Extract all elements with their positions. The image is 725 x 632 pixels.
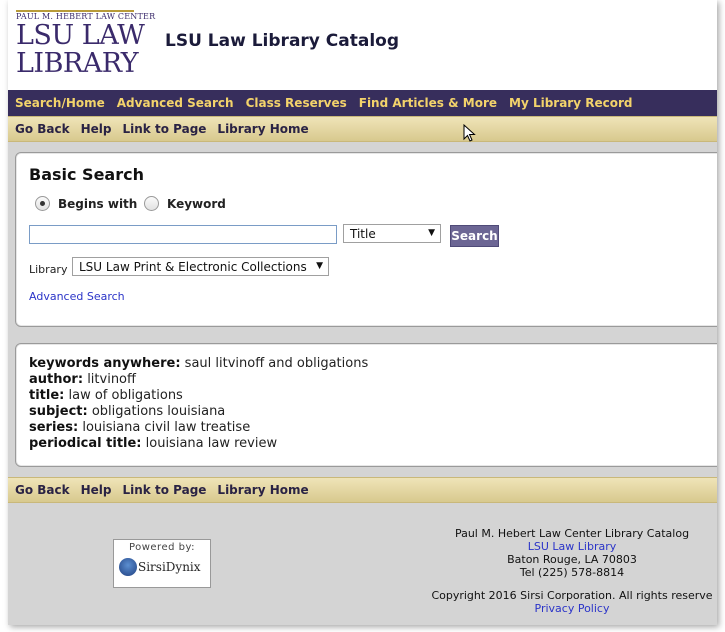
basic-search-panel: Basic Search Begins with Keyword Title ▼…: [15, 152, 717, 327]
begins-with-label: Begins with: [58, 196, 138, 211]
facet-value: law of obligations: [68, 388, 183, 403]
search-field-value: Title: [350, 226, 376, 241]
nav-class-reserves[interactable]: Class Reserves: [246, 96, 347, 110]
library-label: Library: [29, 263, 68, 276]
mouse-cursor-icon: [463, 124, 476, 142]
search-button[interactable]: Search: [450, 225, 499, 247]
facet-value: louisiana law review: [145, 436, 278, 451]
link-to-page-link[interactable]: Link to Page: [123, 483, 207, 497]
powered-by-label: Powered by:: [128, 542, 196, 553]
page-title: LSU Law Library Catalog: [165, 31, 400, 51]
facet-value: louisiana civil law treatise: [82, 420, 251, 435]
facet-author[interactable]: author: litvinoff: [29, 372, 709, 388]
search-field-select[interactable]: Title ▼: [343, 224, 441, 243]
facet-value: saul litvinoff and obligations: [184, 356, 369, 371]
library-select[interactable]: LSU Law Print & Electronic Collections ▼: [72, 257, 329, 276]
library-home-link[interactable]: Library Home: [217, 483, 308, 497]
library-home-link[interactable]: Library Home: [217, 122, 308, 136]
help-link[interactable]: Help: [81, 483, 112, 497]
link-to-page-link[interactable]: Link to Page: [123, 122, 207, 136]
facet-value: obligations louisiana: [91, 404, 226, 419]
radio-checked-icon: [35, 196, 50, 211]
sirsidynix-badge[interactable]: Powered by: SirsiDynix: [113, 539, 211, 588]
search-history-panel: keywords anywhere: saul litvinoff and ob…: [15, 343, 717, 467]
footer-library-link[interactable]: LSU Law Library: [528, 540, 616, 553]
site-header: PAUL M. HEBERT LAW CENTER LSU LAW LIBRAR…: [8, 0, 717, 90]
sirsidynix-name: SirsiDynix: [138, 560, 201, 574]
footer-info: Paul M. Hebert Law Center Library Catalo…: [427, 527, 717, 615]
facet-label: series:: [29, 420, 79, 435]
radio-unchecked-icon: [144, 196, 159, 211]
facet-series[interactable]: series: louisiana civil law treatise: [29, 420, 709, 436]
logo-line-lsu-law: LSU LAW: [16, 20, 145, 51]
nav-advanced-search[interactable]: Advanced Search: [117, 96, 234, 110]
browser-page: PAUL M. HEBERT LAW CENTER LSU LAW LIBRAR…: [8, 0, 717, 625]
lsu-law-library-logo[interactable]: PAUL M. HEBERT LAW CENTER LSU LAW LIBRAR…: [16, 10, 155, 79]
library-select-value: LSU Law Print & Electronic Collections: [79, 259, 307, 274]
facet-label: periodical title:: [29, 436, 142, 451]
advanced-search-link[interactable]: Advanced Search: [29, 290, 125, 303]
keyword-radio[interactable]: Keyword: [144, 196, 226, 211]
facet-label: author:: [29, 372, 84, 387]
dropdown-arrow-icon: ▼: [316, 261, 323, 271]
dropdown-arrow-icon: ▼: [428, 228, 435, 238]
nav-search-home[interactable]: Search/Home: [15, 96, 105, 110]
begins-with-radio[interactable]: Begins with: [35, 196, 137, 211]
nav-find-articles[interactable]: Find Articles & More: [359, 96, 497, 110]
privacy-policy-link[interactable]: Privacy Policy: [535, 602, 610, 615]
footer-copyright: Copyright 2016 Sirsi Corporation. All ri…: [431, 589, 713, 602]
keyword-label: Keyword: [167, 196, 226, 211]
main-nav: Search/Home Advanced Search Class Reserv…: [8, 90, 717, 116]
go-back-link[interactable]: Go Back: [15, 483, 70, 497]
nav-my-library-record[interactable]: My Library Record: [509, 96, 632, 110]
logo-line-library: LIBRARY: [16, 48, 139, 79]
facet-subject[interactable]: subject: obligations louisiana: [29, 404, 709, 420]
footer-catalog-name: Paul M. Hebert Law Center Library Catalo…: [454, 527, 690, 540]
subnav-bottom: Go Back Help Link to Page Library Home: [8, 477, 717, 503]
footer-address: Baton Rouge, LA 70803: [507, 553, 637, 566]
facet-keywords[interactable]: keywords anywhere: saul litvinoff and ob…: [29, 356, 709, 372]
facet-list: keywords anywhere: saul litvinoff and ob…: [16, 344, 717, 464]
facet-label: title:: [29, 388, 65, 403]
facet-value: litvinoff: [87, 372, 136, 387]
footer-phone: Tel (225) 578-8814: [519, 566, 625, 579]
facet-label: subject:: [29, 404, 88, 419]
go-back-link[interactable]: Go Back: [15, 122, 70, 136]
subnav-top: Go Back Help Link to Page Library Home: [8, 116, 717, 142]
facet-title[interactable]: title: law of obligations: [29, 388, 709, 404]
help-link[interactable]: Help: [81, 122, 112, 136]
facet-label: keywords anywhere:: [29, 356, 181, 371]
facet-periodical-title[interactable]: periodical title: louisiana law review: [29, 436, 709, 452]
search-input[interactable]: [29, 225, 337, 244]
sirsidynix-logo-icon: [119, 558, 137, 576]
basic-search-heading: Basic Search: [29, 165, 144, 184]
